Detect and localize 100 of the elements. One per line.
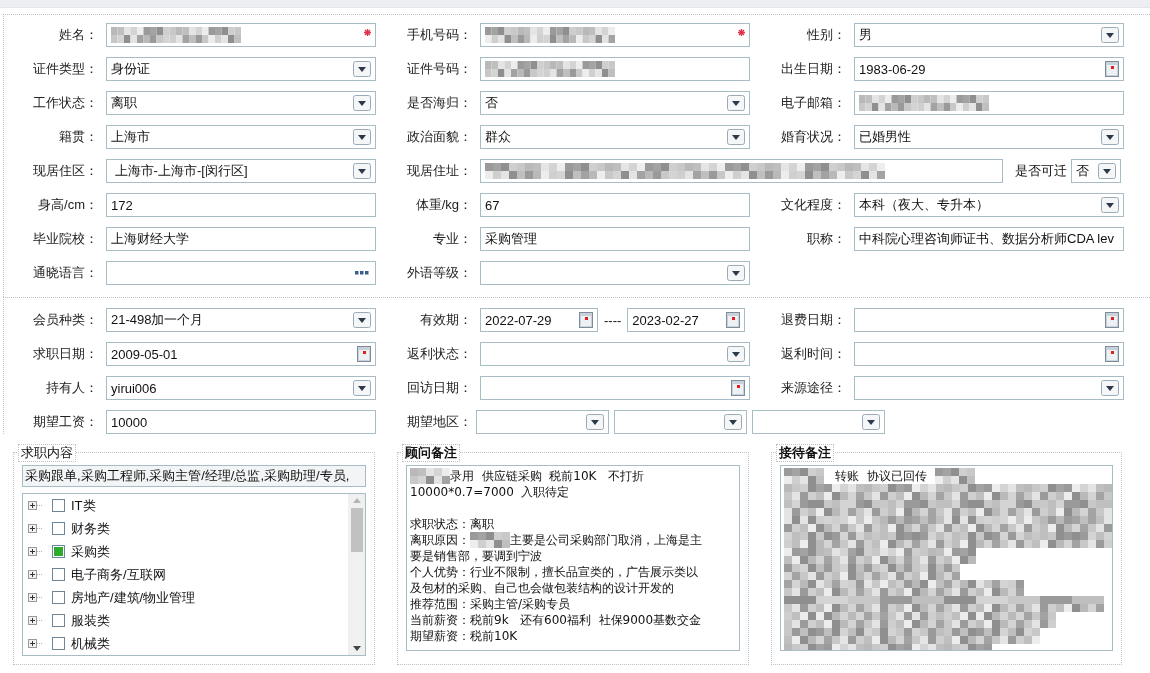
checkbox[interactable] (52, 637, 65, 650)
dropdown-button[interactable] (727, 346, 745, 362)
ellipsis-button[interactable] (355, 271, 369, 275)
field-label: 手机号码： (406, 26, 473, 44)
select-field[interactable] (752, 410, 885, 434)
date-field[interactable]: 2022-07-29 (480, 308, 598, 332)
input-field[interactable] (480, 23, 750, 47)
select-field[interactable] (854, 376, 1124, 400)
input-field[interactable]: 采购管理 (480, 227, 750, 251)
panel-title: 顾问备注 (402, 444, 460, 462)
select-field[interactable] (476, 410, 609, 434)
input-field[interactable]: 采购跟单,采购工程师,采购主管/经理/总监,采购助理/专员, (22, 465, 366, 487)
dropdown-button[interactable] (353, 163, 371, 179)
checkbox[interactable] (52, 522, 65, 535)
note-text: 期望薪资：税前10K (410, 627, 518, 645)
dropdown-button[interactable] (727, 129, 745, 145)
mosaic-redaction (470, 532, 510, 548)
select-field[interactable] (480, 342, 750, 366)
dropdown-button[interactable] (353, 61, 371, 77)
dropdown-button[interactable] (353, 312, 371, 328)
select-field[interactable]: 群众 (480, 125, 750, 149)
input-field[interactable]: 67 (480, 193, 750, 217)
calendar-icon[interactable] (731, 380, 745, 396)
panel-title: 接待备注 (776, 444, 834, 462)
dropdown-button[interactable] (1101, 380, 1119, 396)
dropdown-button[interactable] (1101, 27, 1119, 43)
note-text: 录用 供应链采购 税前10K 不打折 (450, 467, 644, 485)
scroll-thumb[interactable] (350, 508, 363, 552)
tree-item[interactable]: 服装类 (71, 611, 110, 630)
tree-item[interactable]: 机械类 (71, 634, 110, 653)
checkbox[interactable] (52, 568, 65, 581)
select-field[interactable]: 男 (854, 23, 1124, 47)
select-field[interactable]: yirui006 (106, 376, 376, 400)
date-field[interactable]: 2009-05-01 (106, 342, 376, 366)
select-field[interactable]: 本科（夜大、专升本） (854, 193, 1124, 217)
select-field[interactable]: 否 (480, 91, 750, 115)
notes-textarea[interactable]: 录用 供应链采购 税前10K 不打折 10000*0.7=7000 入职待定 求职状态：离职 离职原因： 主要是公司采购部门取消，上海是主 要是销售部，要调到宁波 个人优势：行业不限制，擅长品宣类的，广告展示类以 及包材的采购、自己也会做包装结构的设计开发的 推荐范围：采购主管/采购专员 当前薪资：税前9k 还有600福利 社保9000基数交金 期望薪资：税前10K (406, 465, 740, 651)
tree-item[interactable]: 电子商务/互联网 (71, 565, 166, 584)
checkbox[interactable] (52, 591, 65, 604)
select-field[interactable]: 否 (1071, 159, 1121, 183)
select-field[interactable] (614, 410, 747, 434)
dropdown-button[interactable] (1098, 163, 1116, 179)
field-label: 身高/cm： (37, 196, 99, 214)
dropdown-button[interactable] (724, 414, 742, 430)
scroll-down-icon[interactable] (352, 646, 361, 651)
select-field[interactable]: 21-498加一个月 (106, 308, 376, 332)
date-field[interactable]: 1983-06-29 (854, 57, 1124, 81)
dropdown-button[interactable] (1101, 197, 1119, 213)
dropdown-button[interactable] (586, 414, 604, 430)
calendar-icon[interactable] (1105, 346, 1119, 362)
input-field[interactable]: 中科院心理咨询师证书、数据分析师CDA lev (854, 227, 1124, 251)
checkbox[interactable] (52, 499, 65, 512)
dropdown-button[interactable] (727, 95, 745, 111)
dropdown-button[interactable] (353, 129, 371, 145)
field-label: 是否海归： (406, 94, 473, 112)
calendar-icon[interactable] (1105, 312, 1119, 328)
dropdown-button[interactable] (353, 380, 371, 396)
dropdown-button[interactable] (727, 265, 745, 281)
scrollbar[interactable] (348, 494, 365, 655)
checkbox[interactable] (52, 545, 65, 558)
dropdown-button[interactable] (1101, 129, 1119, 145)
select-field[interactable]: 已婚男性 (854, 125, 1124, 149)
date-field[interactable] (480, 376, 750, 400)
input-field[interactable] (106, 261, 376, 285)
tree-item[interactable]: 财务类 (71, 519, 110, 538)
field-label: 持有人： (45, 379, 99, 397)
dropdown-button[interactable] (862, 414, 880, 430)
date-field[interactable] (854, 342, 1124, 366)
select-field[interactable] (480, 261, 750, 285)
date-field[interactable]: 2023-02-27 (627, 308, 746, 332)
calendar-icon[interactable] (1105, 61, 1119, 77)
note-text: 求职状态：离职 (410, 515, 494, 533)
field-label: 证件号码： (406, 60, 473, 78)
input-field[interactable]: 上海财经大学 (106, 227, 376, 251)
tree-item[interactable]: 采购类 (71, 542, 110, 561)
field-label: 姓名： (58, 26, 99, 44)
checkbox[interactable] (52, 614, 65, 627)
field-label: 政治面貌： (406, 128, 473, 146)
field-label: 工作状态： (32, 94, 99, 112)
note-text: 主要是公司采购部门取消，上海是主 (510, 531, 702, 549)
select-field[interactable]: 身份证 (106, 57, 376, 81)
notes-textarea[interactable]: 转账 协议已回传 (780, 465, 1113, 651)
tree-item[interactable]: 房地产/建筑/物业管理 (71, 588, 196, 607)
date-field[interactable] (854, 308, 1124, 332)
select-field[interactable]: 上海市 (106, 125, 376, 149)
select-field[interactable]: 离职 (106, 91, 376, 115)
tree-item[interactable]: IT类 (71, 496, 96, 515)
select-field[interactable]: 上海市-上海市-[闵行区] (106, 159, 376, 183)
input-field[interactable] (480, 57, 750, 81)
input-field[interactable]: 172 (106, 193, 376, 217)
input-field[interactable] (854, 91, 1124, 115)
calendar-icon[interactable] (579, 312, 593, 328)
calendar-icon[interactable] (357, 346, 371, 362)
input-field[interactable]: 10000 (106, 410, 376, 434)
calendar-icon[interactable] (726, 312, 741, 328)
input-field[interactable] (106, 23, 376, 47)
note-text: 离职原因： (410, 531, 470, 549)
note-text: 当前薪资：税前9k 还有600福利 社保9000基数交金 (410, 611, 702, 629)
input-field[interactable] (480, 159, 1003, 183)
dropdown-button[interactable] (353, 95, 371, 111)
